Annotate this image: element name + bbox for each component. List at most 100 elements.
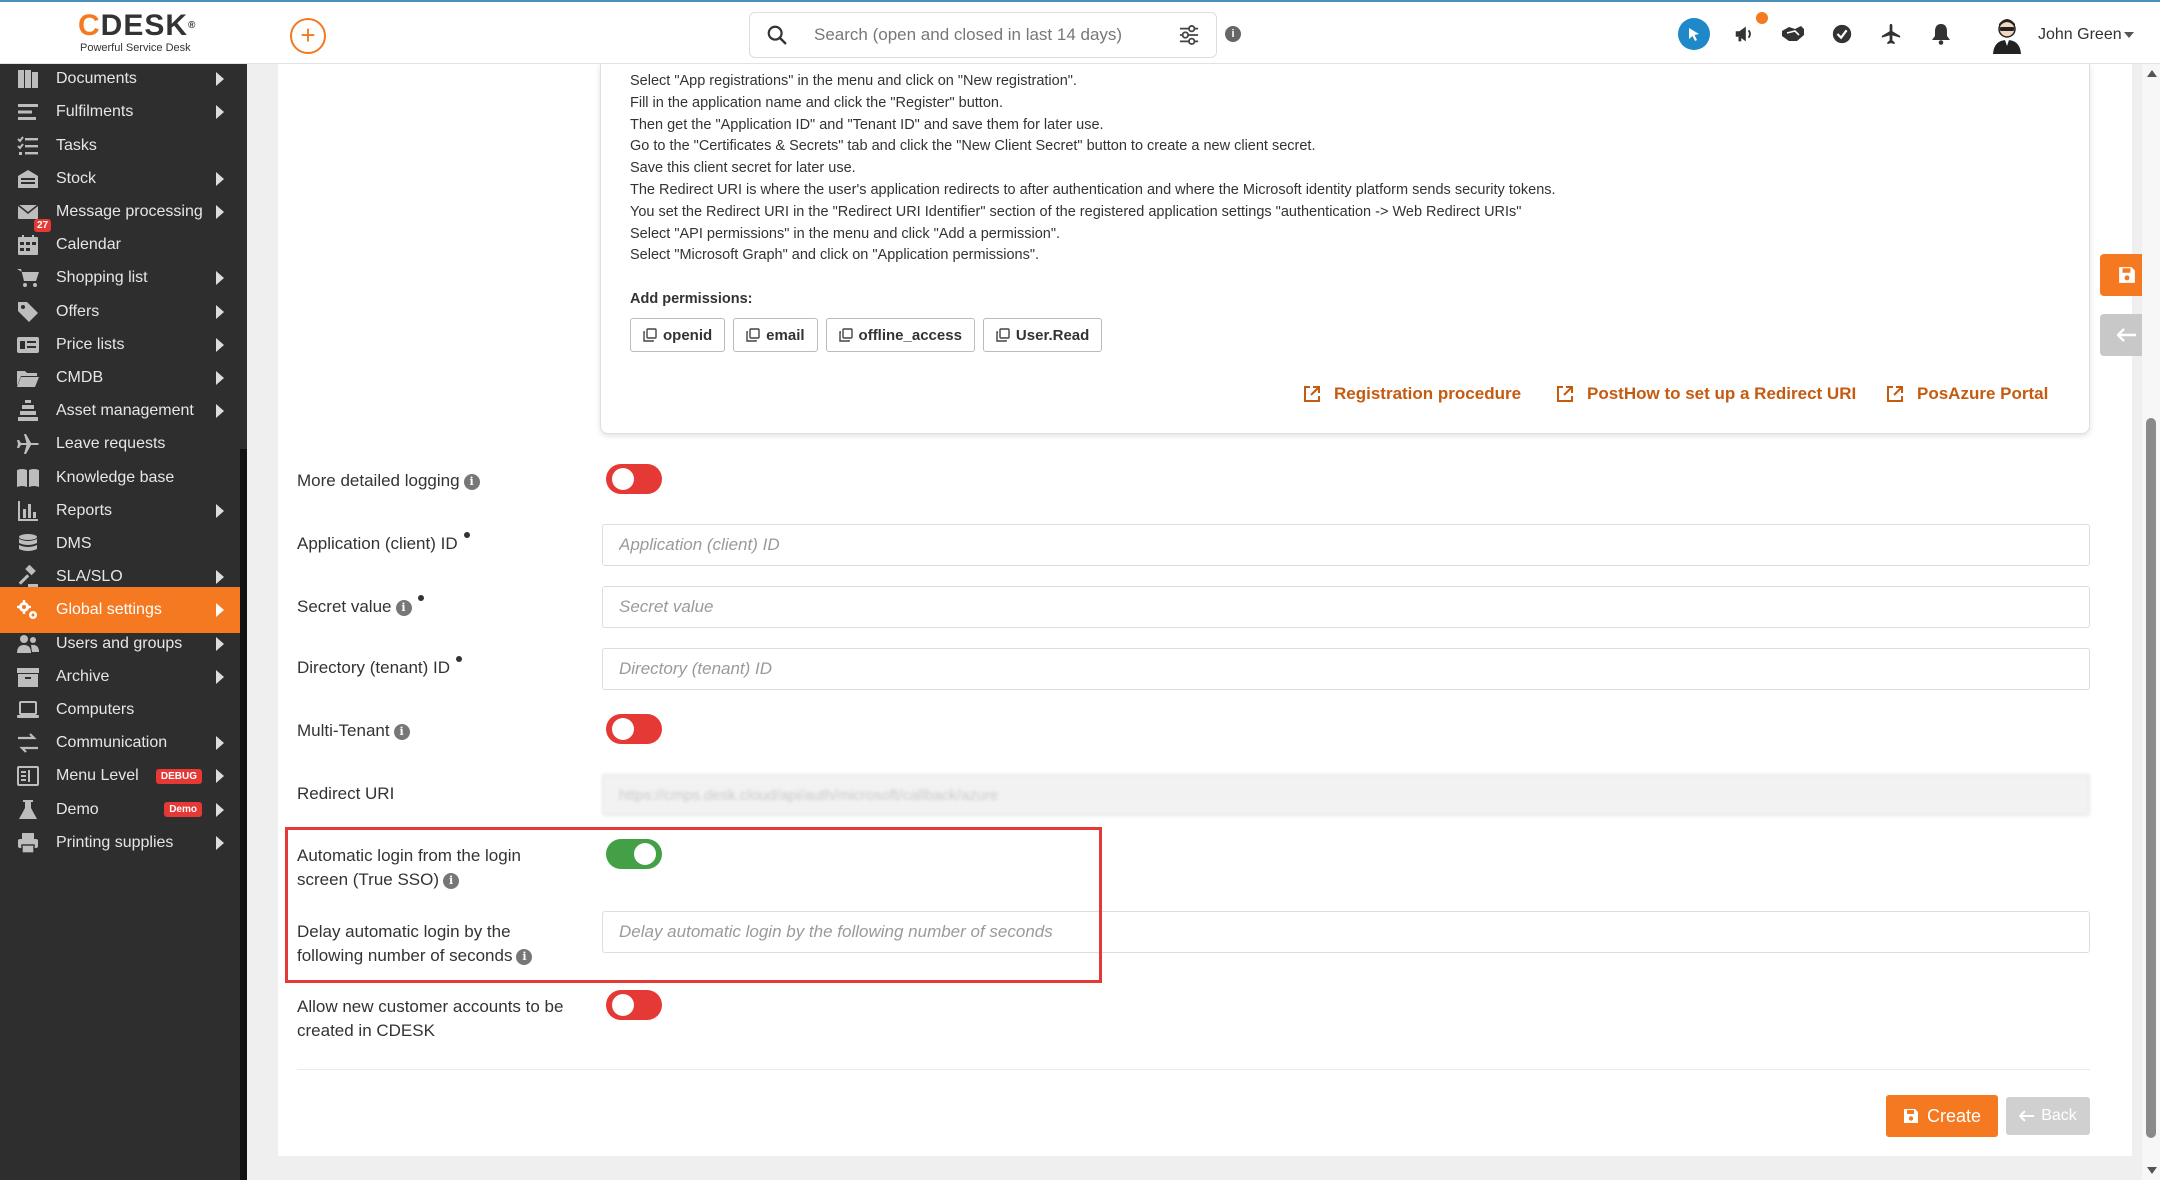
tenant-id-input[interactable]: [602, 648, 2090, 690]
price-list-icon: [0, 333, 56, 357]
airplane-icon[interactable]: [1877, 20, 1905, 48]
archive-icon: [0, 665, 56, 689]
search-icon[interactable]: [766, 24, 788, 46]
chevron-right-icon: [216, 669, 224, 684]
sidebar-item-label: Computers: [56, 701, 135, 718]
logo-c-letter: C: [78, 9, 101, 42]
copy-icon: [746, 328, 760, 342]
client-id-input[interactable]: [602, 524, 2090, 566]
sidebar-item-label: CMDB: [56, 369, 104, 386]
sidebar-item-label: Message processing: [56, 203, 203, 220]
permission-label: User.Read: [1015, 326, 1090, 344]
auto-login-toggle[interactable]: [606, 839, 662, 869]
info-icon[interactable]: i: [516, 948, 533, 965]
laptop-icon: [0, 698, 56, 722]
delay-login-input[interactable]: [602, 911, 2090, 953]
detailed-logging-toggle[interactable]: [606, 464, 662, 494]
required-indicator: [456, 656, 463, 662]
sidebar-item-label: Reports: [56, 501, 113, 519]
external-link-icon: [1304, 386, 1320, 402]
allow-new-accounts-toggle[interactable]: [606, 990, 662, 1020]
sidebar-scrollbar[interactable]: [240, 449, 247, 1180]
gears-icon: [0, 598, 56, 622]
sidebar-item-label: Menu Level: [56, 767, 139, 785]
cdesk-logo[interactable]: CDESK® Powerful Service Desk: [78, 9, 196, 55]
delay-login-label: Delay automatic login by the following nu…: [297, 920, 533, 968]
stock-icon: [0, 167, 56, 191]
copy-icon: [996, 328, 1010, 342]
search-filter-icon[interactable]: [1178, 25, 1200, 45]
create-button[interactable]: Create: [1886, 1095, 1998, 1137]
fulfilments-icon: [0, 100, 56, 124]
required-indicator: [463, 532, 470, 538]
scroll-up-arrow-icon[interactable]: [2147, 70, 2157, 77]
arrow-left-icon: [2117, 328, 2136, 342]
chevron-right-icon: [216, 371, 224, 385]
redirect-uri-field[interactable]: https://cmps.desk.cloud/api/auth/microso…: [602, 774, 2090, 816]
info-icon[interactable]: i: [463, 473, 480, 490]
external-link-icon: [1887, 386, 1903, 402]
permission-copy-button[interactable]: offline_access: [825, 318, 975, 352]
search-info-icon[interactable]: i: [1225, 26, 1241, 42]
external-link-icon: [1557, 386, 1573, 402]
client-id-label: Application (client) ID: [297, 532, 470, 556]
secret-value-label: Secret value i: [297, 595, 424, 619]
permission-copy-button[interactable]: email: [733, 318, 818, 352]
info-icon[interactable]: i: [443, 872, 460, 889]
allow-new-accounts-label: Allow new customer accounts to be created…: [297, 997, 564, 1040]
chevron-right-icon: [216, 205, 224, 219]
tasks-icon: [0, 134, 56, 158]
user-avatar[interactable]: [1990, 16, 2024, 54]
flask-icon: [0, 798, 56, 822]
page-scrollbar[interactable]: [2142, 64, 2160, 1180]
info-icon[interactable]: i: [393, 723, 410, 740]
search-input[interactable]: [814, 13, 1154, 57]
sidebar-item-label: Asset management: [56, 402, 194, 420]
multi-tenant-label: Multi-Tenant i: [297, 719, 410, 743]
instructions-text: Select "App registrations" in the menu a…: [630, 71, 1556, 267]
sidebar-item-label: DMS: [56, 535, 92, 552]
scroll-thumb[interactable]: [2146, 418, 2156, 1138]
registration-procedure-link[interactable]: Registration procedure: [1302, 384, 1521, 404]
handshake-icon[interactable]: [1779, 20, 1807, 48]
tenant-id-label: Directory (tenant) ID: [297, 656, 463, 680]
sidebar-item-label: Fulfilments: [56, 103, 134, 121]
instruction-line: Select "API permissions" in the menu and…: [630, 225, 1061, 242]
scroll-down-arrow-icon[interactable]: [2147, 1167, 2157, 1174]
redirect-uri-howto-link[interactable]: PostHow to set up a Redirect URI: [1555, 384, 1856, 404]
bell-icon[interactable]: [1927, 20, 1955, 48]
megaphone-icon[interactable]: [1730, 20, 1758, 48]
arrow-left-icon: [2019, 1110, 2035, 1122]
user-menu-chevron-down-icon[interactable]: [2124, 32, 2134, 38]
multi-tenant-toggle[interactable]: [606, 714, 662, 744]
permission-copy-button[interactable]: User.Read: [982, 318, 1103, 352]
add-permissions-label: Add permissions:: [630, 291, 753, 307]
secret-value-input[interactable]: [602, 586, 2090, 628]
redirect-uri-label: Redirect URI: [297, 784, 395, 803]
sidebar-item-printing-supplies[interactable]: Printing supplies: [0, 820, 240, 866]
copy-icon: [838, 328, 853, 342]
chart-icon: [0, 499, 56, 523]
user-name[interactable]: John Green: [2038, 26, 2122, 44]
menu-level-icon: [0, 764, 56, 788]
sidebar-item-tag: DEBUG: [155, 768, 202, 784]
chevron-right-icon: [216, 105, 224, 120]
sidebar-item-label: Price lists: [56, 335, 125, 353]
instruction-line: Go to the "Certificates & Secrets" tab a…: [630, 138, 1316, 155]
sidebar-item-tag: Demo: [164, 802, 202, 818]
create-button-label: Create: [1926, 1105, 1982, 1126]
users-icon: [0, 632, 56, 656]
add-new-button[interactable]: +: [290, 18, 326, 54]
instruction-line: You set the Redirect URI in the "Redirec…: [630, 203, 1522, 220]
chevron-right-icon: [216, 503, 224, 518]
check-badge-icon[interactable]: [1828, 20, 1856, 48]
permission-copy-button[interactable]: openid: [630, 318, 726, 352]
cursor-icon[interactable]: [1678, 18, 1710, 50]
gavel-icon: [0, 565, 56, 589]
tag-icon: [0, 300, 56, 324]
info-icon[interactable]: i: [395, 599, 412, 616]
back-button[interactable]: Back: [2006, 1097, 2090, 1135]
azure-portal-link[interactable]: PosAzure Portal: [1885, 384, 2048, 404]
sidebar-item-label: Shopping list: [56, 269, 148, 287]
registration-procedure-label: Registration procedure: [1334, 384, 1522, 403]
